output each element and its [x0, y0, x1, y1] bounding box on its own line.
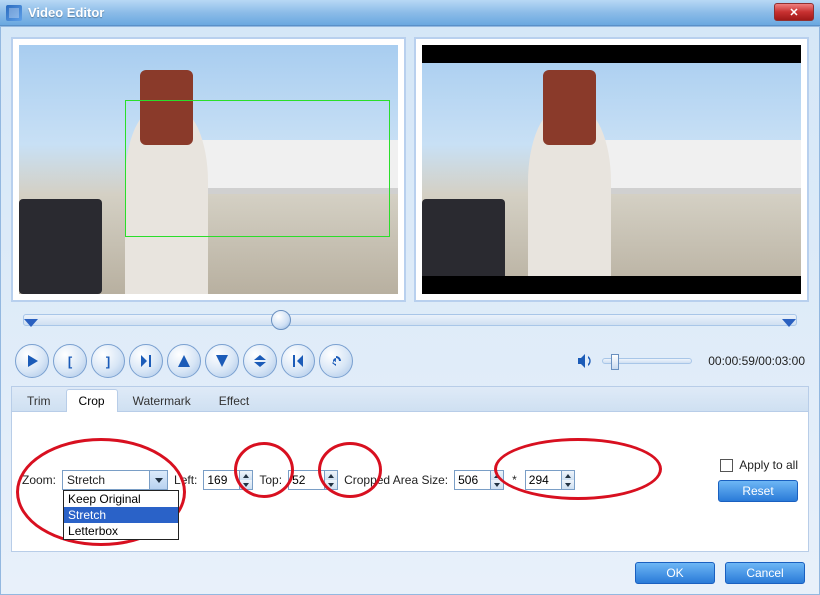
zoom-option-letterbox[interactable]: Letterbox [64, 523, 178, 539]
area-label: Cropped Area Size: [344, 473, 448, 487]
flip-vertical-icon [252, 353, 268, 369]
cancel-button[interactable]: Cancel [725, 562, 805, 584]
output-preview [422, 45, 801, 294]
flip-right-button[interactable] [205, 344, 239, 378]
range-end-marker[interactable] [782, 319, 796, 327]
volume-icon[interactable] [576, 352, 594, 370]
spin-up-icon[interactable] [240, 471, 252, 480]
chevron-down-icon[interactable] [149, 471, 167, 489]
zoom-dropdown: Keep Original Stretch Letterbox [63, 490, 179, 540]
skip-prev-icon [290, 353, 306, 369]
play-icon [24, 353, 40, 369]
close-button[interactable]: ✕ [774, 3, 814, 21]
reset-button[interactable]: Reset [718, 480, 798, 502]
top-input[interactable] [288, 470, 324, 490]
preview-row [11, 37, 809, 302]
close-icon: ✕ [789, 6, 798, 19]
timeline-track[interactable] [23, 314, 797, 326]
cancel-label: Cancel [746, 566, 783, 580]
undo-button[interactable] [319, 344, 353, 378]
reset-label: Reset [742, 484, 773, 498]
time-display: 00:00:59/00:03:00 [708, 354, 805, 368]
skip-next-button[interactable] [129, 344, 163, 378]
crop-rectangle[interactable] [125, 100, 390, 237]
timeline[interactable] [11, 308, 809, 338]
bracket-start-button[interactable]: [ [53, 344, 87, 378]
original-preview[interactable] [19, 45, 398, 294]
width-spinner[interactable] [454, 470, 504, 490]
scene-luggage [422, 199, 505, 294]
window-title: Video Editor [28, 5, 104, 20]
play-button[interactable] [15, 344, 49, 378]
title-bar: Video Editor ✕ [0, 0, 820, 26]
scene-ship [593, 140, 801, 195]
bracket-end-icon: ] [106, 354, 110, 369]
zoom-combobox[interactable]: Stretch Keep Original Stretch Letterbox [62, 470, 168, 490]
width-input[interactable] [454, 470, 490, 490]
zoom-label: Zoom: [22, 473, 56, 487]
dialog-buttons: OK Cancel [635, 562, 805, 584]
spin-up-icon[interactable] [325, 471, 337, 480]
top-spinner[interactable] [288, 470, 338, 490]
tabs-bar: Trim Crop Watermark Effect [11, 386, 809, 412]
ok-label: OK [666, 566, 683, 580]
spin-down-icon[interactable] [240, 480, 252, 489]
spin-down-icon[interactable] [325, 480, 337, 489]
app-icon [6, 5, 22, 21]
skip-next-icon [138, 353, 154, 369]
spin-down-icon[interactable] [491, 480, 503, 489]
spin-up-icon[interactable] [491, 471, 503, 480]
left-spinner[interactable] [203, 470, 253, 490]
tab-crop[interactable]: Crop [66, 389, 118, 412]
flip-vertical-button[interactable] [243, 344, 277, 378]
bracket-end-button[interactable]: ] [91, 344, 125, 378]
skip-prev-button[interactable] [281, 344, 315, 378]
zoom-value: Stretch [67, 473, 105, 487]
tab-trim[interactable]: Trim [14, 389, 64, 412]
spin-down-icon[interactable] [562, 480, 574, 489]
output-preview-box [414, 37, 809, 302]
volume-slider[interactable] [602, 358, 692, 364]
spin-up-icon[interactable] [562, 471, 574, 480]
ok-button[interactable]: OK [635, 562, 715, 584]
undo-icon [328, 353, 344, 369]
left-input[interactable] [203, 470, 239, 490]
crop-controls-row: Zoom: Stretch Keep Original Stretch Lett… [22, 458, 798, 502]
original-preview-box [11, 37, 406, 302]
top-label: Top: [259, 473, 282, 487]
tab-watermark[interactable]: Watermark [120, 389, 204, 412]
crop-panel: Zoom: Stretch Keep Original Stretch Lett… [11, 412, 809, 552]
timeline-thumb[interactable] [271, 310, 291, 330]
range-start-marker[interactable] [24, 319, 38, 327]
flip-left-icon [176, 353, 192, 369]
flip-left-button[interactable] [167, 344, 201, 378]
dimension-separator: * [510, 473, 519, 487]
volume-thumb[interactable] [611, 354, 619, 370]
height-spinner[interactable] [525, 470, 575, 490]
apply-all-checkbox[interactable] [720, 459, 733, 472]
height-input[interactable] [525, 470, 561, 490]
scene-bag [543, 70, 596, 145]
apply-all-label: Apply to all [739, 458, 798, 472]
window-body: [ ] 00:00:59/00:03: [0, 26, 820, 595]
tab-effect[interactable]: Effect [206, 389, 262, 412]
flip-right-icon [214, 353, 230, 369]
playback-controls: [ ] 00:00:59/00:03: [11, 342, 809, 380]
volume-area: 00:00:59/00:03:00 [576, 352, 805, 370]
scene-luggage [19, 199, 102, 294]
bracket-start-icon: [ [68, 354, 72, 369]
zoom-option-stretch[interactable]: Stretch [64, 507, 178, 523]
left-label: Left: [174, 473, 197, 487]
zoom-option-keep-original[interactable]: Keep Original [64, 491, 178, 507]
